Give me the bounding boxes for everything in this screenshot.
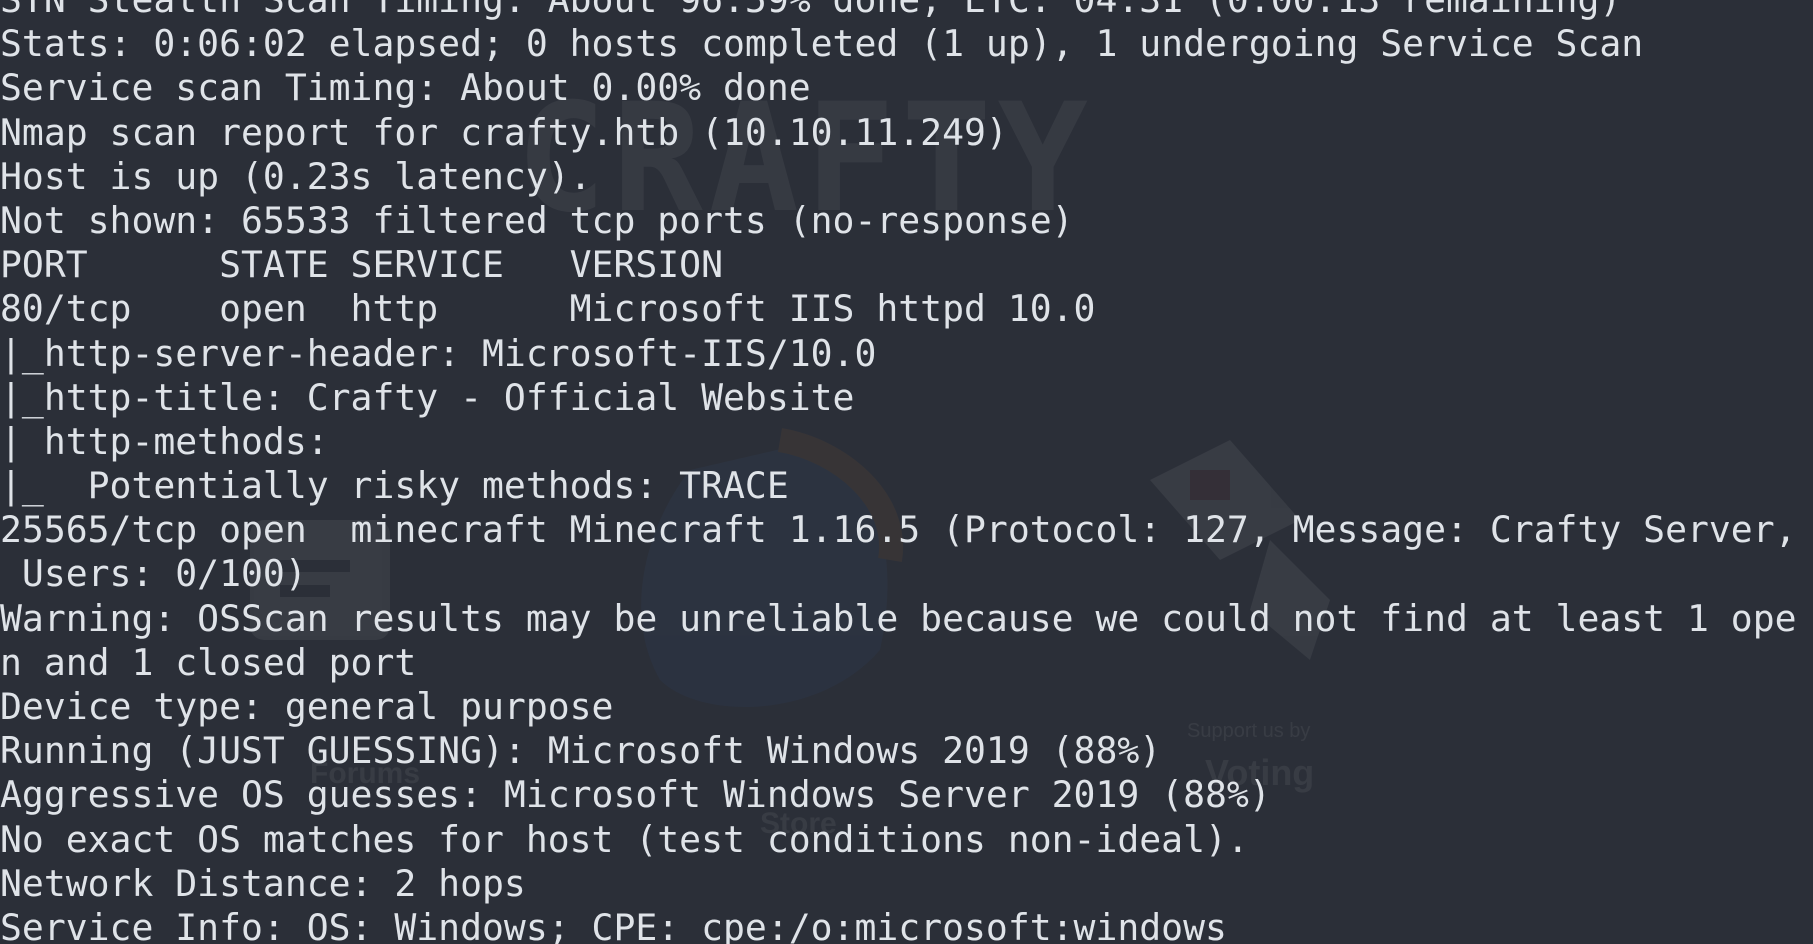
terminal-line-os-guesses: Aggressive OS guesses: Microsoft Windows…	[0, 773, 1271, 817]
terminal-line-port-80: 80/tcp open http Microsoft IIS httpd 10.…	[0, 287, 1096, 331]
terminal-line-stats: Stats: 0:06:02 elapsed; 0 hosts complete…	[0, 22, 1644, 66]
terminal-line-device-type: Device type: general purpose	[0, 685, 614, 728]
terminal-line-osscan-warning-cont: n and 1 closed port	[0, 640, 417, 684]
terminal-window[interactable]: CRAFTY Forums Store Support us by Voting…	[0, 0, 1813, 944]
terminal-line-risky-methods: |_ Potentially risky methods: TRACE	[0, 464, 789, 508]
terminal-line-server-header: |_http-server-header: Microsoft-IIS/10.0	[0, 331, 877, 375]
terminal-line-not-shown: Not shown: 65533 filtered tcp ports (no-…	[0, 198, 1074, 242]
terminal-line-port-header: PORT STATE SERVICE VERSION	[0, 243, 723, 287]
terminal-line-port-25565: 25565/tcp open minecraft Minecraft 1.16.…	[0, 508, 1797, 552]
terminal-line-service-scan: Service scan Timing: About 0.00% done	[0, 66, 811, 110]
terminal-line-http-title: |_http-title: Crafty - Official Website	[0, 375, 855, 419]
terminal-line-osscan-warning: Warning: OSScan results may be unreliabl…	[0, 596, 1797, 640]
terminal-line-scan-report: Nmap scan report for crafty.htb (10.10.1…	[0, 110, 1008, 154]
terminal-line-http-methods: | http-methods:	[0, 419, 351, 463]
terminal-line-scan-timing: SYN Stealth Scan Timing: About 96.59% do…	[0, 0, 1813, 22]
terminal-line-service-info: Service Info: OS: Windows; CPE: cpe:/o:m…	[0, 905, 1227, 944]
terminal-line-no-exact-match: No exact OS matches for host (test condi…	[0, 817, 1249, 861]
terminal-line-host-up: Host is up (0.23s latency).	[0, 154, 592, 198]
terminal-line-network-distance: Network Distance: 2 hops	[0, 861, 526, 905]
terminal-output: SYN Stealth Scan Timing: About 96.59% do…	[0, 0, 1813, 944]
terminal-line-running: Running (JUST GUESSING): Microsoft Windo…	[0, 729, 1162, 773]
terminal-line-users: Users: 0/100)	[0, 552, 307, 596]
